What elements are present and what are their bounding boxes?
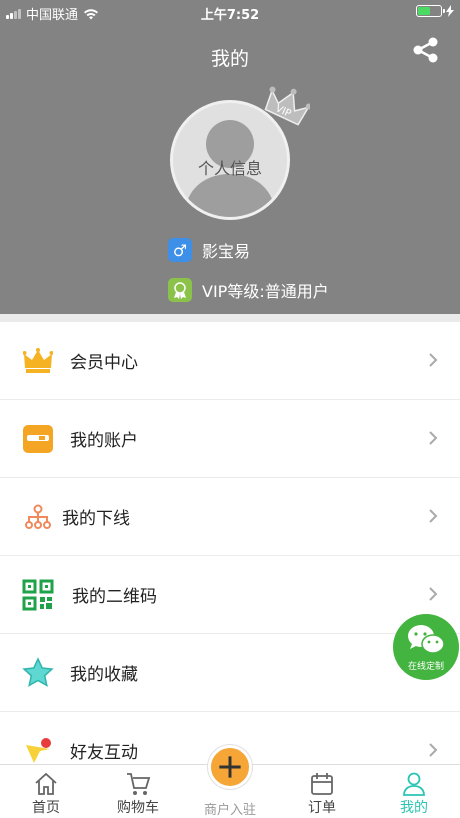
section-divider — [0, 314, 460, 322]
avatar-label: 个人信息 — [197, 159, 262, 178]
menu-item-label: 我的收藏 — [70, 665, 138, 685]
calendar-icon — [311, 773, 333, 795]
crown-icon — [22, 345, 54, 377]
male-icon: ♂ — [168, 238, 192, 262]
share-icon[interactable] — [412, 36, 440, 64]
medal-icon — [168, 278, 192, 302]
menu-item-label: 会员中心 — [70, 353, 138, 373]
chevron-right-icon — [429, 353, 438, 367]
chevron-right-icon — [429, 431, 438, 445]
chevron-right-icon — [429, 743, 438, 757]
tab-orders[interactable]: 订单 — [276, 765, 368, 818]
vip-level-label: VIP等级:普通用户 — [202, 282, 329, 301]
friends-icon — [22, 735, 54, 767]
menu-item-my-favorites[interactable]: 我的收藏 — [0, 634, 460, 712]
cart-icon — [127, 773, 151, 795]
status-bar: 中国联通 上午7:52 — [0, 0, 460, 24]
wechat-icon — [408, 625, 445, 654]
status-time: 上午7:52 — [200, 8, 260, 23]
chevron-right-icon — [429, 509, 438, 523]
user-icon — [403, 772, 425, 796]
tab-label: 我的 — [400, 800, 428, 816]
home-icon — [35, 772, 57, 795]
tab-mine[interactable]: 我的 — [368, 765, 460, 818]
battery-icon — [416, 5, 445, 17]
tab-label: 首页 — [32, 800, 60, 816]
tab-merchant-join[interactable]: 商户入驻 — [184, 745, 276, 818]
tab-label: 商户入驻 — [203, 803, 256, 818]
username: 影宝易 — [202, 242, 251, 261]
bottom-tab-bar: 首页 购物车 商户入驻 订单 我的 — [0, 745, 460, 818]
chevron-right-icon — [429, 587, 438, 601]
tab-label: 订单 — [308, 800, 336, 816]
wallet-icon — [22, 423, 54, 455]
network-icon — [22, 501, 54, 533]
wechat-custom-button[interactable]: 在线定制 — [393, 614, 459, 680]
page-title: 我的 — [210, 48, 249, 70]
menu-list: 会员中心 我的账户 我的下线 我的二维码 我的收藏 好友互动 — [0, 322, 460, 790]
menu-item-label: 我的二维码 — [72, 587, 157, 607]
tab-home[interactable]: 首页 — [0, 765, 92, 818]
menu-item-my-qr-code[interactable]: 我的二维码 — [0, 556, 460, 634]
menu-item-my-downline[interactable]: 我的下线 — [0, 478, 460, 556]
wechat-label: 在线定制 — [407, 662, 444, 672]
status-right — [416, 5, 454, 17]
menu-item-label: 我的账户 — [70, 431, 138, 451]
vip-crown-icon: VIP — [264, 86, 310, 126]
star-icon — [22, 657, 54, 689]
menu-item-my-account[interactable]: 我的账户 — [0, 400, 460, 478]
tab-cart[interactable]: 购物车 — [92, 765, 184, 818]
profile-header: 我的 个人信息 VIP ♂ 影宝易 VIP等级:普通用户 — [0, 24, 460, 314]
qr-code-icon — [22, 579, 54, 611]
battery-fill — [418, 7, 431, 15]
menu-item-label: 好友互动 — [70, 743, 138, 763]
charging-icon — [446, 5, 454, 17]
menu-item-label: 我的下线 — [62, 509, 130, 529]
menu-item-member-center[interactable]: 会员中心 — [0, 322, 460, 400]
username-row: ♂ 影宝易 — [168, 238, 250, 262]
plus-icon — [208, 745, 252, 789]
tab-label: 购物车 — [117, 800, 159, 816]
vip-level-row: VIP等级:普通用户 — [168, 278, 329, 302]
